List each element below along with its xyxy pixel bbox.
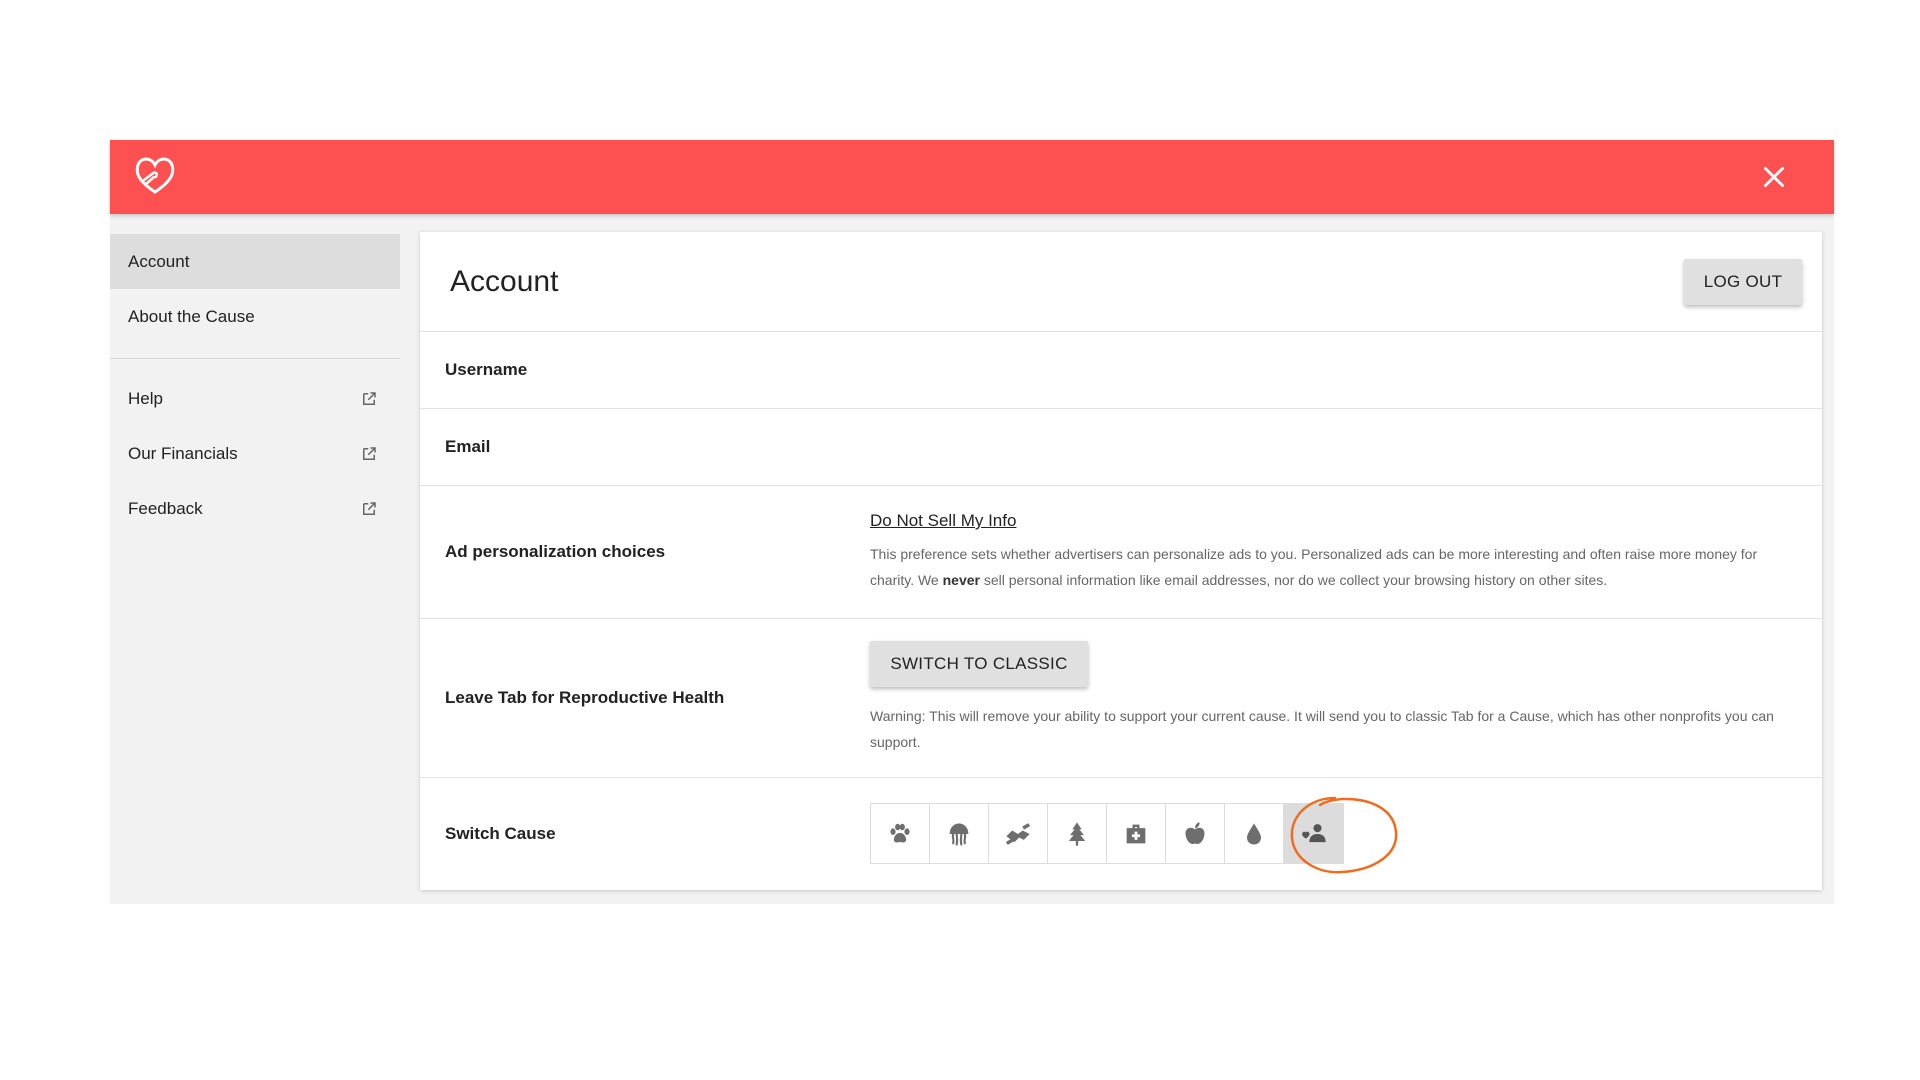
leave-tab-label: Leave Tab for Reproductive Health bbox=[445, 688, 725, 707]
tree-icon bbox=[1068, 821, 1086, 846]
sidebar-item-feedback[interactable]: Feedback bbox=[110, 481, 400, 536]
ad-personalization-description: This preference sets whether advertisers… bbox=[870, 546, 1758, 588]
leave-tab-row: Leave Tab for Reproductive Health SWITCH… bbox=[420, 619, 1822, 778]
apple-icon bbox=[1185, 821, 1205, 844]
cause-option-water[interactable] bbox=[1225, 804, 1284, 863]
ad-personalization-row: Ad personalization choices Do Not Sell M… bbox=[420, 486, 1822, 619]
username-label: Username bbox=[445, 360, 528, 379]
sidebar-item-label: Account bbox=[128, 251, 190, 271]
sidebar-item-label: Help bbox=[128, 388, 163, 408]
switch-to-classic-button[interactable]: SWITCH TO CLASSIC bbox=[870, 641, 1088, 687]
username-row: Username bbox=[420, 332, 1822, 409]
account-panel: Account LOG OUT Username Email Ad person… bbox=[420, 232, 1822, 890]
heart-hands-logo bbox=[130, 150, 180, 200]
cause-option-medical[interactable] bbox=[1107, 804, 1166, 863]
paw-icon bbox=[890, 823, 910, 842]
sidebar-divider bbox=[110, 358, 400, 359]
cause-option-hunger[interactable] bbox=[1166, 804, 1225, 863]
close-button[interactable] bbox=[1754, 157, 1794, 197]
settings-app: Account About the Cause Help Our Financi… bbox=[110, 140, 1834, 904]
switch-cause-row: Switch Cause bbox=[420, 778, 1822, 889]
cause-option-global-health[interactable] bbox=[989, 804, 1048, 863]
cause-option-environment[interactable] bbox=[1048, 804, 1107, 863]
external-link-icon bbox=[363, 501, 376, 515]
external-link-icon bbox=[363, 391, 376, 405]
sidebar-item-label: Feedback bbox=[128, 498, 203, 518]
cause-option-ocean[interactable] bbox=[930, 804, 989, 863]
cause-selector bbox=[870, 803, 1344, 864]
sidebar: Account About the Cause Help Our Financi… bbox=[110, 234, 400, 536]
medical-kit-icon bbox=[1126, 824, 1146, 843]
external-link-icon bbox=[363, 446, 376, 460]
do-not-sell-link[interactable]: Do Not Sell My Info bbox=[870, 511, 1016, 531]
people-heart-icon bbox=[1301, 823, 1326, 842]
switch-cause-label: Switch Cause bbox=[445, 823, 556, 843]
leave-warning-text: Warning: This will remove your ability t… bbox=[870, 708, 1774, 750]
handshake-icon bbox=[1005, 822, 1031, 845]
cause-option-animals[interactable] bbox=[871, 804, 930, 863]
close-icon bbox=[1763, 166, 1785, 188]
panel-header: Account LOG OUT bbox=[420, 232, 1822, 332]
sidebar-item-label: About the Cause bbox=[128, 306, 255, 326]
water-drop-icon bbox=[1247, 823, 1261, 844]
logout-button[interactable]: LOG OUT bbox=[1684, 258, 1802, 305]
sidebar-item-help[interactable]: Help bbox=[110, 371, 400, 426]
sidebar-item-label: Our Financials bbox=[128, 443, 238, 463]
top-bar bbox=[110, 140, 1834, 214]
email-row: Email bbox=[420, 409, 1822, 486]
email-label: Email bbox=[445, 437, 491, 456]
sidebar-item-account[interactable]: Account bbox=[110, 234, 400, 289]
sidebar-item-financials[interactable]: Our Financials bbox=[110, 426, 400, 481]
ad-personalization-label: Ad personalization choices bbox=[445, 542, 666, 561]
cause-option-reproductive-health[interactable] bbox=[1284, 804, 1343, 863]
jellyfish-icon bbox=[949, 823, 969, 846]
sidebar-item-about-cause[interactable]: About the Cause bbox=[110, 289, 400, 344]
page-title: Account bbox=[450, 264, 559, 298]
